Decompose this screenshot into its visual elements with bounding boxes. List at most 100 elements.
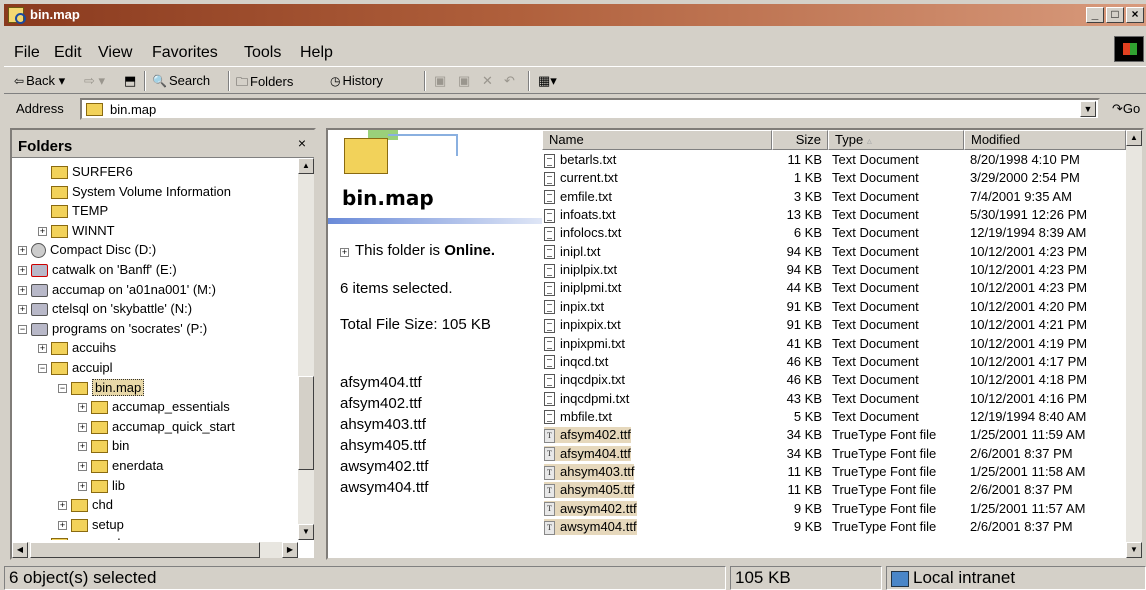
table-row[interactable]: betarls.txt 11 KB Text Document 8/20/1998 4… — [542, 151, 1126, 169]
file-size: 46 KB — [786, 353, 822, 369]
tree-item[interactable]: + enerdata — [78, 458, 163, 478]
table-row[interactable]: Tahsym405.ttf 11 KB TrueType Font file 2/6/… — [542, 481, 1126, 499]
expand-icon[interactable]: + — [38, 344, 47, 354]
column-type[interactable]: Type ▵ — [828, 130, 964, 150]
title-bar[interactable]: bin.map _ □ × — [4, 4, 1146, 26]
tree-item[interactable]: − programs on 'socrates' (P:) — [18, 321, 207, 341]
expand-icon[interactable]: + — [58, 501, 67, 511]
tree-item[interactable]: + chd — [58, 497, 113, 517]
search-button[interactable]: 🔍 Search — [152, 73, 210, 88]
menu-file[interactable]: File — [14, 44, 40, 62]
list-scroll-up-button[interactable]: ▲ — [1126, 130, 1142, 146]
address-field[interactable]: bin.map ▼ — [80, 98, 1100, 120]
back-button[interactable]: ⇦ Back ▾ — [14, 73, 65, 89]
tree-item[interactable]: + Compact Disc (D:) — [18, 242, 156, 262]
expand-icon[interactable]: + — [38, 226, 47, 236]
delete-icon[interactable]: ✕ — [482, 73, 493, 89]
table-row[interactable]: inpixpix.txt 91 KB Text Document 10/12/2001… — [542, 316, 1126, 334]
table-row[interactable]: iniplpix.txt 94 KB Text Document 10/12/2001… — [542, 261, 1126, 279]
scroll-right-button[interactable]: ▶ — [282, 542, 298, 558]
tree-item[interactable]: SURFER6 — [38, 164, 133, 184]
table-row[interactable]: inpixpmi.txt 41 KB Text Document 10/12/2001… — [542, 335, 1126, 353]
tree-item[interactable]: System Volume Information — [38, 184, 231, 204]
maximize-button[interactable]: □ — [1106, 7, 1124, 23]
table-row[interactable]: Tafsym404.ttf 34 KB TrueType Font file 2/6/… — [542, 445, 1126, 463]
history-button[interactable]: ◷ History — [330, 73, 383, 88]
tree-item[interactable]: − accuipl — [38, 360, 112, 380]
expand-icon[interactable]: + — [78, 481, 87, 491]
column-name[interactable]: Name — [542, 130, 772, 150]
address-dropdown-button[interactable]: ▼ — [1080, 101, 1096, 117]
tree-item[interactable]: + accumap_essentials — [78, 399, 230, 419]
tree-item[interactable]: + accumap_quick_start — [78, 419, 235, 439]
expand-icon[interactable]: + — [78, 462, 87, 472]
table-row[interactable]: inqcdpix.txt 46 KB Text Document 10/12/2001… — [542, 371, 1126, 389]
menu-favorites[interactable]: Favorites — [152, 44, 218, 62]
expand-icon[interactable]: + — [58, 520, 67, 530]
expand-icon[interactable]: + — [78, 442, 87, 452]
table-row[interactable]: inqcd.txt 46 KB Text Document 10/12/2001 4:… — [542, 353, 1126, 371]
scroll-left-button[interactable]: ◀ — [12, 542, 28, 558]
collapse-icon[interactable]: − — [58, 383, 67, 393]
online-word: Online. — [444, 242, 496, 259]
table-row[interactable]: emfile.txt 3 KB Text Document 7/4/2001 9:35… — [542, 188, 1126, 206]
scroll-down-button[interactable]: ▼ — [298, 524, 314, 540]
copy-to-icon[interactable]: ▣ — [458, 73, 470, 89]
tree-horizontal-scrollbar[interactable]: ◀ ▶ — [12, 542, 298, 558]
menu-tools[interactable]: Tools — [244, 44, 281, 62]
table-row[interactable]: mbfile.txt 5 KB Text Document 12/19/1994 8:… — [542, 408, 1126, 426]
table-row[interactable]: iniplpmi.txt 44 KB Text Document 10/12/2001… — [542, 279, 1126, 297]
close-pane-icon[interactable]: × — [298, 135, 306, 151]
minimize-button[interactable]: _ — [1086, 7, 1104, 23]
tree-item[interactable]: TEMP — [38, 203, 108, 223]
h-scroll-thumb[interactable] — [30, 542, 260, 558]
up-folder-icon[interactable]: ⬒ — [124, 73, 136, 89]
table-row[interactable]: current.txt 1 KB Text Document 3/29/2000 2:… — [542, 169, 1126, 187]
menu-help[interactable]: Help — [300, 44, 333, 62]
go-button[interactable]: ↷Go — [1112, 101, 1140, 117]
menu-edit[interactable]: Edit — [54, 44, 82, 62]
tree-item[interactable]: − bin.map — [58, 378, 145, 400]
table-row[interactable]: inpix.txt 91 KB Text Document 10/12/2001 4:… — [542, 298, 1126, 316]
table-row[interactable]: Tafsym402.ttf 34 KB TrueType Font file 1/25… — [542, 426, 1126, 444]
tree-vertical-scrollbar[interactable]: ▲ ▼ — [298, 158, 314, 540]
table-row[interactable]: inqcdpmi.txt 43 KB Text Document 10/12/2001… — [542, 390, 1126, 408]
menu-view[interactable]: View — [98, 44, 132, 62]
tree-item[interactable]: + bin — [78, 438, 129, 458]
table-row[interactable]: infoats.txt 13 KB Text Document 5/30/1991 1… — [542, 206, 1126, 224]
list-vertical-scrollbar[interactable]: ▲ ▼ — [1126, 130, 1142, 558]
table-row[interactable]: Tawsym404.ttf 9 KB TrueType Font file 2/6/2… — [542, 518, 1126, 536]
table-row[interactable]: Tawsym402.ttf 9 KB TrueType Font file 1/25/… — [542, 500, 1126, 518]
undo-icon[interactable]: ↶ — [504, 73, 515, 89]
tree-item[interactable]: + lib — [78, 478, 125, 498]
online-status[interactable]: + This folder is Online. — [340, 242, 495, 259]
expand-icon[interactable]: + — [18, 266, 27, 276]
table-row[interactable]: infolocs.txt 6 KB Text Document 12/19/1994 … — [542, 224, 1126, 242]
tree-item[interactable]: + WINNT — [38, 223, 115, 243]
forward-button[interactable]: ⇨ ▾ — [84, 73, 105, 89]
table-row[interactable]: Tahsym403.ttf 11 KB TrueType Font file 1/25… — [542, 463, 1126, 481]
expand-icon[interactable]: + — [78, 422, 87, 432]
tree-item[interactable]: + accumap on 'a01na001' (M:) — [18, 282, 216, 302]
column-modified[interactable]: Modified — [964, 130, 1126, 150]
move-to-icon[interactable]: ▣ — [434, 73, 446, 89]
scroll-thumb[interactable] — [298, 376, 314, 470]
expand-icon[interactable]: + — [18, 305, 27, 315]
close-button[interactable]: × — [1126, 7, 1144, 23]
table-row[interactable]: inipl.txt 94 KB Text Document 10/12/2001 4:… — [542, 243, 1126, 261]
column-size[interactable]: Size — [772, 130, 828, 150]
scroll-up-button[interactable]: ▲ — [298, 158, 314, 174]
tree-item[interactable]: + accuihs — [38, 340, 116, 360]
views-icon[interactable]: ▦▾ — [538, 73, 557, 89]
expand-icon[interactable]: + — [78, 403, 87, 413]
expand-icon[interactable]: + — [18, 285, 27, 295]
folders-button[interactable]: 🗀 Folders — [236, 73, 293, 94]
tree-item[interactable]: + ctelsql on 'skybattle' (N:) — [18, 301, 192, 321]
list-scroll-down-button[interactable]: ▼ — [1126, 542, 1142, 558]
expand-icon[interactable]: + — [18, 246, 27, 256]
tree-item[interactable]: + catwalk on 'Banff' (E:) — [18, 262, 177, 282]
tree-item[interactable]: + setup — [58, 517, 124, 537]
collapse-icon[interactable]: − — [38, 364, 47, 374]
tree-item[interactable]: +accucarl — [38, 536, 120, 540]
collapse-icon[interactable]: − — [18, 324, 27, 334]
